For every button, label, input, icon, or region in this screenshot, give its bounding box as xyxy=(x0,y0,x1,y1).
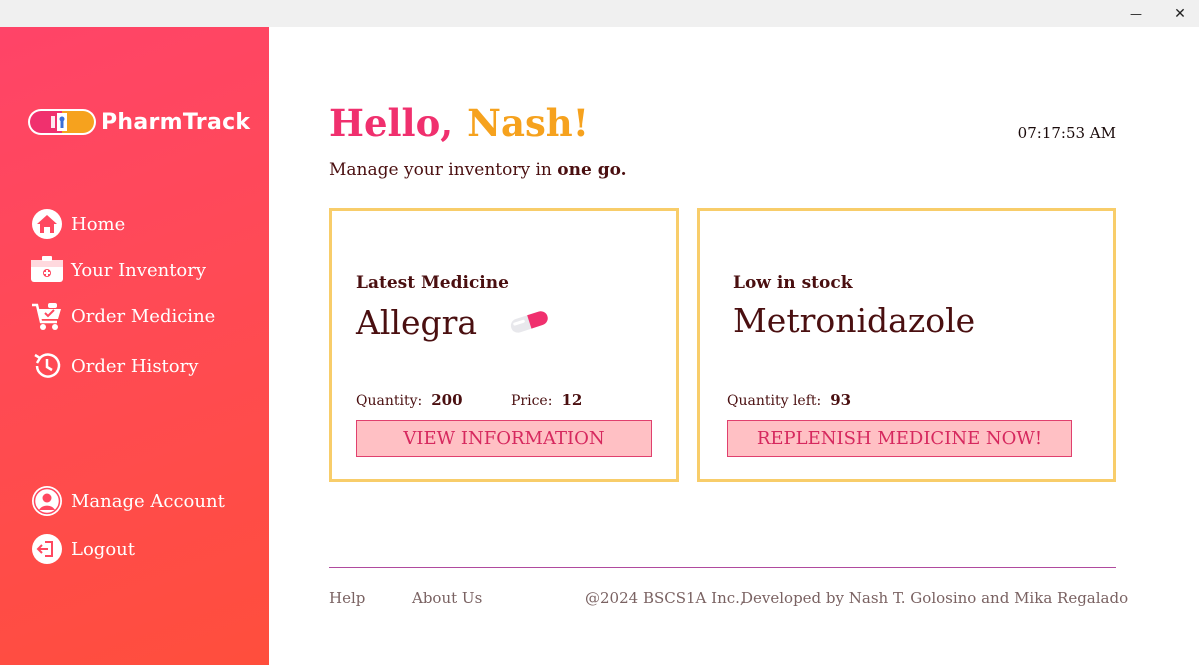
sidebar-item-order-history[interactable]: Order History xyxy=(30,349,198,383)
close-button[interactable]: ✕ xyxy=(1157,0,1199,27)
sidebar-item-label: Home xyxy=(71,213,126,235)
home-icon xyxy=(30,207,64,241)
sidebar-item-label: Order History xyxy=(71,355,199,377)
sidebar-item-inventory[interactable]: Your Inventory xyxy=(30,253,206,287)
page-subtitle: Manage your inventory in one go. xyxy=(329,160,627,180)
brand-logo: PharmTrack xyxy=(27,107,250,137)
quantity-left-value: 93 xyxy=(830,391,852,409)
capsule-icon xyxy=(510,311,548,333)
sidebar-item-label: Your Inventory xyxy=(71,259,207,281)
low-stock-label: Low in stock xyxy=(733,273,853,293)
sidebar-item-label: Logout xyxy=(71,538,135,560)
subtitle-text: Manage your inventory in xyxy=(329,160,558,180)
sidebar-item-order-medicine[interactable]: Order Medicine xyxy=(30,299,215,333)
inventory-icon xyxy=(30,253,64,287)
user-icon xyxy=(30,484,64,518)
sidebar-item-logout[interactable]: Logout xyxy=(30,532,135,566)
history-icon xyxy=(30,349,64,383)
developer-credits: Developed by Nash T. Golosino and Mika R… xyxy=(741,589,1129,607)
view-information-button[interactable]: VIEW INFORMATION xyxy=(356,420,652,457)
minimize-button[interactable]: — xyxy=(1113,0,1159,27)
sidebar-item-home[interactable]: Home xyxy=(30,207,125,241)
quantity-left-label: Quantity left: xyxy=(727,393,822,409)
latest-medicine-label: Latest Medicine xyxy=(356,273,509,293)
replenish-medicine-button[interactable]: REPLENISH MEDICINE NOW! xyxy=(727,420,1072,457)
quantity-label: Quantity: xyxy=(356,393,423,409)
copyright-text: @2024 BSCS1A Inc., xyxy=(585,589,745,607)
brand-name: PharmTrack xyxy=(101,109,251,135)
greeting-heading: Hello, Nash! xyxy=(329,101,589,145)
close-icon: ✕ xyxy=(1174,5,1186,22)
quantity-value: 200 xyxy=(431,391,463,409)
sidebar: PharmTrack Home Your Inventory Order Med… xyxy=(0,27,269,665)
greeting-user-name: Nash! xyxy=(467,101,589,145)
pill-logo-icon xyxy=(28,109,96,135)
window-title-bar: — ✕ xyxy=(0,0,1199,27)
cart-icon xyxy=(30,299,64,333)
latest-price: Price: 12 xyxy=(511,391,582,409)
about-us-link[interactable]: About Us xyxy=(412,589,482,607)
help-link[interactable]: Help xyxy=(329,589,365,607)
low-stock-quantity: Quantity left: 93 xyxy=(727,391,851,409)
clock-time: 07:17:53 AM xyxy=(1017,124,1116,142)
low-stock-medicine-name: Metronidazole xyxy=(733,301,976,340)
latest-medicine-card: Latest Medicine Allegra Quantity: 200 Pri… xyxy=(329,208,679,482)
logout-icon xyxy=(30,532,64,566)
latest-medicine-name: Allegra xyxy=(356,303,478,342)
sidebar-item-label: Manage Account xyxy=(71,490,225,512)
subtitle-emphasis: one go. xyxy=(557,160,627,180)
greeting-hello: Hello, xyxy=(329,101,454,145)
footer-divider xyxy=(329,567,1116,568)
price-value: 12 xyxy=(561,391,583,409)
latest-quantity: Quantity: 200 xyxy=(356,391,463,409)
price-label: Price: xyxy=(511,393,553,409)
low-stock-card: Low in stock Metronidazole Quantity left… xyxy=(697,208,1116,482)
sidebar-item-label: Order Medicine xyxy=(71,305,216,327)
sidebar-item-manage-account[interactable]: Manage Account xyxy=(30,484,225,518)
minimize-icon: — xyxy=(1130,6,1142,21)
